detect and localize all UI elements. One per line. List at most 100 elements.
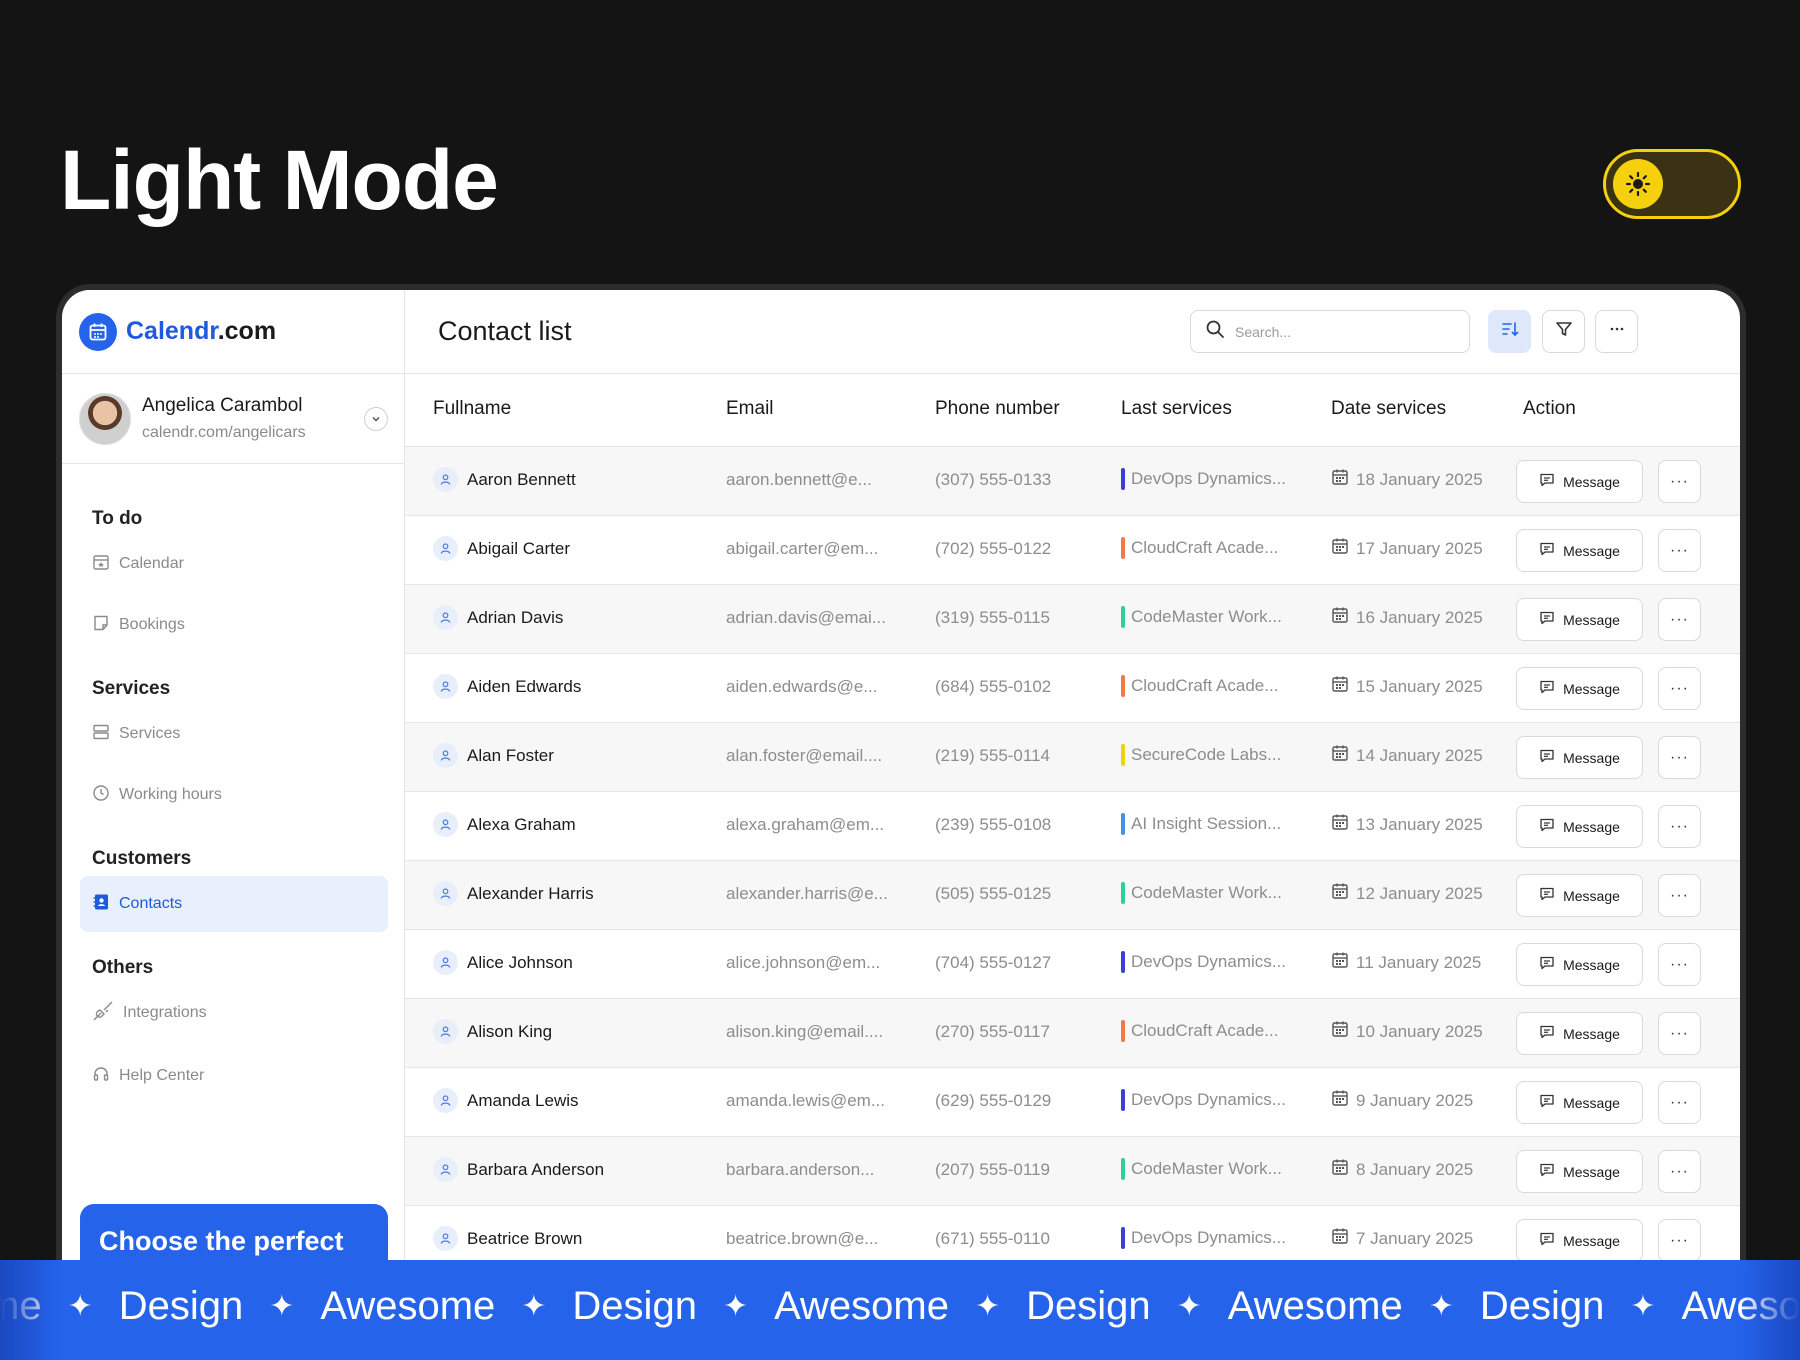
row-more-button[interactable]: ··· — [1658, 805, 1701, 848]
message-button[interactable]: Message — [1516, 943, 1643, 986]
nav-heading-services: Services — [92, 678, 171, 699]
message-button[interactable]: Message — [1516, 736, 1643, 779]
cell-email: aaron.bennett@e... — [726, 470, 872, 489]
more-options-button[interactable] — [1595, 310, 1638, 353]
marquee-word: Design — [1026, 1284, 1151, 1328]
sidebar-item-integrations[interactable]: Integrations — [80, 985, 388, 1041]
table-row[interactable]: Aaron Bennett aaron.bennett@e... (307) 555… — [405, 447, 1740, 516]
message-button[interactable]: Message — [1516, 1219, 1643, 1262]
message-icon — [1539, 679, 1555, 698]
cell-phone: (239) 555-0108 — [935, 815, 1052, 834]
contact-name: Barbara Anderson — [467, 1159, 605, 1179]
table-row[interactable]: Abigail Carter abigail.carter@em... (702) … — [405, 516, 1740, 585]
service-name: CodeMaster Work... — [1131, 607, 1282, 626]
brand[interactable]: Calendr.com — [62, 290, 404, 374]
table-row[interactable]: Adrian Davis adrian.davis@emai... (319) 55… — [405, 585, 1740, 654]
cell-email: beatrice.brown@e... — [726, 1229, 879, 1248]
service-color-bar — [1121, 537, 1125, 559]
sidebar-item-label: Working hours — [119, 786, 222, 803]
cell-email: alexa.graham@em... — [726, 815, 885, 834]
search-box[interactable] — [1190, 310, 1470, 353]
chevron-down-icon[interactable] — [364, 407, 388, 431]
light-mode-toggle[interactable] — [1603, 149, 1741, 219]
service-name: DevOps Dynamics... — [1131, 952, 1286, 971]
sidebar-item-services[interactable]: Services — [80, 706, 388, 762]
service-name: CodeMaster Work... — [1131, 1159, 1282, 1178]
row-more-button[interactable]: ··· — [1658, 598, 1701, 641]
service-date: 17 January 2025 — [1356, 538, 1483, 558]
table-row[interactable]: Alan Foster alan.foster@email.... (219) 55… — [405, 723, 1740, 792]
message-icon — [1539, 1162, 1555, 1181]
cell-last-service: CodeMaster Work... — [1121, 882, 1282, 904]
row-more-button[interactable]: ··· — [1658, 1012, 1701, 1055]
message-button-label: Message — [1563, 542, 1620, 559]
row-more-button[interactable]: ··· — [1658, 667, 1701, 710]
row-more-button[interactable]: ··· — [1658, 460, 1701, 503]
sidebar-item-contacts[interactable]: Contacts — [80, 876, 388, 932]
message-button[interactable]: Message — [1516, 1150, 1643, 1193]
user-icon — [433, 605, 458, 630]
column-header-last-services[interactable]: Last services — [1121, 398, 1232, 420]
service-color-bar — [1121, 675, 1125, 697]
sidebar-item-calendar[interactable]: Calendar — [80, 536, 388, 592]
message-button[interactable]: Message — [1516, 598, 1643, 641]
table-row[interactable]: Barbara Anderson barbara.anderson... (207)… — [405, 1137, 1740, 1206]
service-name: SecureCode Labs... — [1131, 745, 1282, 764]
column-header-date-services[interactable]: Date services — [1331, 398, 1446, 420]
message-button[interactable]: Message — [1516, 667, 1643, 710]
sparkle-icon: ✦ — [269, 1290, 295, 1323]
column-header-email[interactable]: Email — [726, 398, 774, 420]
row-more-button[interactable]: ··· — [1658, 1219, 1701, 1262]
row-more-button[interactable]: ··· — [1658, 736, 1701, 779]
cell-email: alison.king@email.... — [726, 1022, 884, 1041]
message-button[interactable]: Message — [1516, 1012, 1643, 1055]
row-more-button[interactable]: ··· — [1658, 943, 1701, 986]
marquee-banner: me✦Design✦Awesome✦Design✦Awesome✦Design✦… — [0, 1260, 1800, 1360]
table-row[interactable]: Alice Johnson alice.johnson@em... (704) 55… — [405, 930, 1740, 999]
sparkle-icon: ✦ — [1428, 1290, 1454, 1323]
row-more-button[interactable]: ··· — [1658, 874, 1701, 917]
cell-fullname: Alice Johnson — [433, 950, 573, 975]
message-button[interactable]: Message — [1516, 805, 1643, 848]
sidebar-item-help-center[interactable]: Help Center — [80, 1048, 388, 1104]
service-date: 12 January 2025 — [1356, 883, 1483, 903]
service-color-bar — [1121, 813, 1125, 835]
marquee-track: me✦Design✦Awesome✦Design✦Awesome✦Design✦… — [0, 1284, 1800, 1329]
cell-phone: (704) 555-0127 — [935, 953, 1052, 972]
message-button-label: Message — [1563, 611, 1620, 628]
message-button-label: Message — [1563, 1094, 1620, 1111]
service-date: 10 January 2025 — [1356, 1021, 1483, 1041]
row-more-button[interactable]: ··· — [1658, 1081, 1701, 1124]
column-header-fullname[interactable]: Fullname — [433, 398, 511, 420]
cell-date: 13 January 2025 — [1331, 813, 1483, 836]
message-icon — [1539, 541, 1555, 560]
message-button[interactable]: Message — [1516, 874, 1643, 917]
sidebar-item-label: Contacts — [119, 895, 183, 912]
message-button-label: Message — [1563, 1232, 1620, 1249]
cell-last-service: CodeMaster Work... — [1121, 606, 1282, 628]
sidebar: Calendr.com Angelica Carambol calendr.co… — [62, 290, 405, 1360]
contact-name: Alison King — [467, 1021, 553, 1041]
column-header-phone[interactable]: Phone number — [935, 398, 1060, 420]
filter-button[interactable] — [1542, 310, 1585, 353]
table-row[interactable]: Alexa Graham alexa.graham@em... (239) 555-… — [405, 792, 1740, 861]
sort-button[interactable] — [1488, 310, 1531, 353]
sparkle-icon: ✦ — [67, 1290, 93, 1323]
cell-fullname: Adrian Davis — [433, 605, 563, 630]
search-input[interactable] — [1235, 323, 1435, 340]
more-horizontal-icon — [1607, 319, 1627, 344]
message-button[interactable]: Message — [1516, 460, 1643, 503]
table-row[interactable]: Amanda Lewis amanda.lewis@em... (629) 555-… — [405, 1068, 1740, 1137]
service-name: DevOps Dynamics... — [1131, 469, 1286, 488]
message-button[interactable]: Message — [1516, 1081, 1643, 1124]
table-row[interactable]: Aiden Edwards aiden.edwards@e... (684) 555… — [405, 654, 1740, 723]
cell-date: 18 January 2025 — [1331, 468, 1483, 491]
row-more-button[interactable]: ··· — [1658, 529, 1701, 572]
row-more-button[interactable]: ··· — [1658, 1150, 1701, 1193]
sidebar-item-bookings[interactable]: Bookings — [80, 597, 388, 653]
sidebar-item-working-hours[interactable]: Working hours — [80, 767, 388, 823]
table-row[interactable]: Alexander Harris alexander.harris@e... (50… — [405, 861, 1740, 930]
table-row[interactable]: Alison King alison.king@email.... (270) 55… — [405, 999, 1740, 1068]
user-profile[interactable]: Angelica Carambol calendr.com/angelicars — [62, 374, 404, 464]
message-button[interactable]: Message — [1516, 529, 1643, 572]
